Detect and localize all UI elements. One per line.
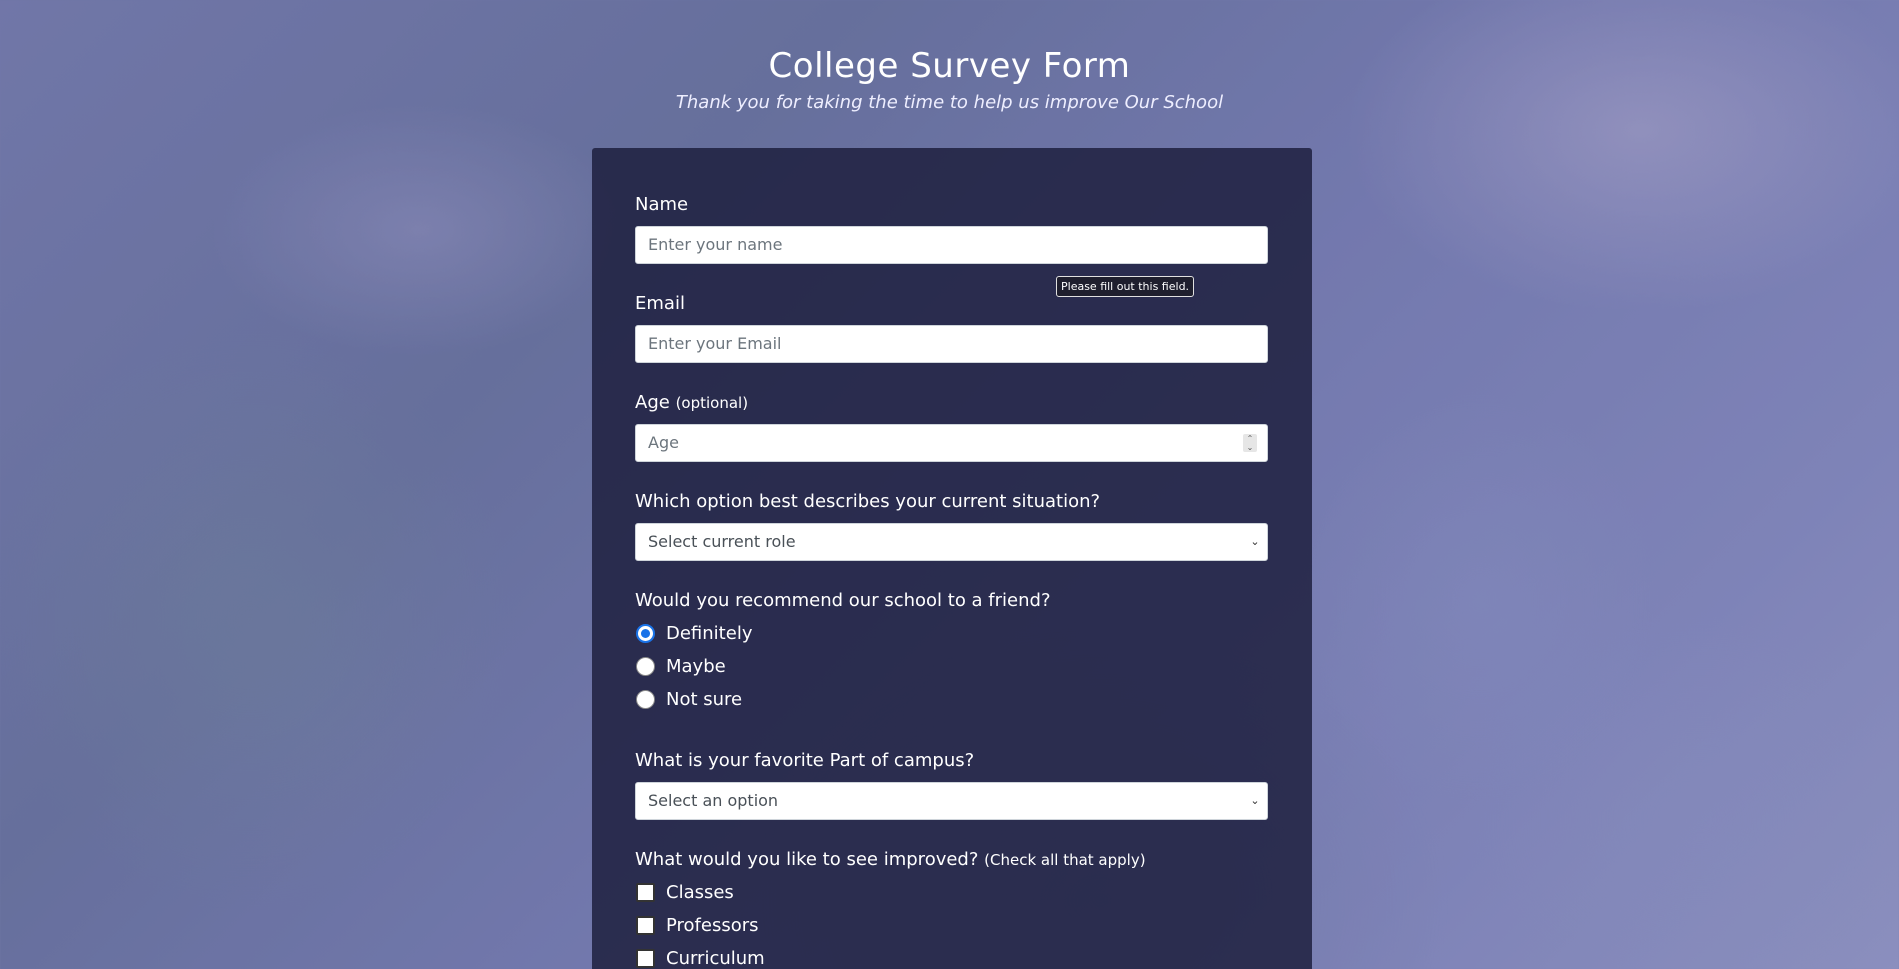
recommend-group: Would you recommend our school to a frie…: [635, 589, 1268, 716]
favorite-select[interactable]: Select an option ⌄: [635, 782, 1268, 820]
page-title: College Survey Form: [768, 46, 1131, 86]
chevron-down-icon: ⌄: [1250, 794, 1260, 807]
radio-label: Maybe: [666, 656, 726, 677]
improve-label-text: What would you like to see improved?: [635, 849, 979, 870]
email-input[interactable]: Enter your Email: [635, 325, 1268, 363]
improve-label: What would you like to see improved? (Ch…: [635, 848, 1268, 872]
role-label: Which option best describes your current…: [635, 491, 1101, 512]
name-label: Name: [635, 194, 689, 215]
recommend-option-definitely[interactable]: Definitely: [635, 617, 1268, 650]
improve-option-classes[interactable]: Classes: [635, 876, 1268, 909]
age-optional-note: (optional): [675, 394, 749, 412]
radio-not-sure[interactable]: [636, 690, 655, 709]
survey-form: Name Enter your name Email Enter your Em…: [592, 148, 1312, 969]
name-input[interactable]: Enter your name: [635, 226, 1268, 264]
checkbox-curriculum[interactable]: [636, 949, 655, 968]
email-group: Email Enter your Email: [635, 292, 1268, 363]
checkbox-professors[interactable]: [636, 916, 655, 935]
recommend-option-not-sure[interactable]: Not sure: [635, 683, 1268, 716]
radio-maybe[interactable]: [636, 657, 655, 676]
improve-group: What would you like to see improved? (Ch…: [635, 848, 1268, 969]
name-placeholder: Enter your name: [648, 235, 783, 254]
validation-tooltip: Please fill out this field.: [1056, 276, 1195, 297]
role-select[interactable]: Select current role ⌄: [635, 523, 1268, 561]
improve-option-curriculum[interactable]: Curriculum: [635, 942, 1268, 969]
page-subtitle: Thank you for taking the time to help us…: [675, 92, 1224, 113]
chevron-down-icon: ⌄: [1250, 535, 1260, 548]
recommend-label: Would you recommend our school to a frie…: [635, 590, 1051, 611]
recommend-option-maybe[interactable]: Maybe: [635, 650, 1268, 683]
checkbox-label: Classes: [666, 882, 734, 903]
age-placeholder: Age: [648, 433, 679, 452]
name-group: Name Enter your name: [635, 193, 1268, 264]
improve-option-professors[interactable]: Professors: [635, 909, 1268, 942]
checkbox-label: Curriculum: [666, 948, 765, 969]
radio-definitely[interactable]: [636, 624, 655, 643]
radio-label: Not sure: [666, 689, 743, 710]
page-header: College Survey Form Thank you for taking…: [0, 44, 1899, 113]
role-group: Which option best describes your current…: [635, 490, 1268, 561]
checkbox-classes[interactable]: [636, 883, 655, 902]
spinner-icon[interactable]: ⌃ ⌄: [1243, 434, 1257, 452]
favorite-selected-value: Select an option: [648, 791, 779, 810]
age-label: Age (optional): [635, 391, 1268, 415]
checkbox-label: Professors: [666, 915, 759, 936]
age-input[interactable]: Age ⌃ ⌄: [635, 424, 1268, 462]
role-selected-value: Select current role: [648, 532, 796, 551]
improve-note: (Check all that apply): [984, 851, 1146, 869]
age-label-text: Age: [635, 392, 670, 413]
radio-label: Definitely: [666, 623, 753, 644]
age-group: Age (optional) Age ⌃ ⌄: [635, 391, 1268, 462]
favorite-label: What is your favorite Part of campus?: [635, 750, 975, 771]
email-placeholder: Enter your Email: [648, 334, 782, 353]
favorite-group: What is your favorite Part of campus? Se…: [635, 749, 1268, 820]
